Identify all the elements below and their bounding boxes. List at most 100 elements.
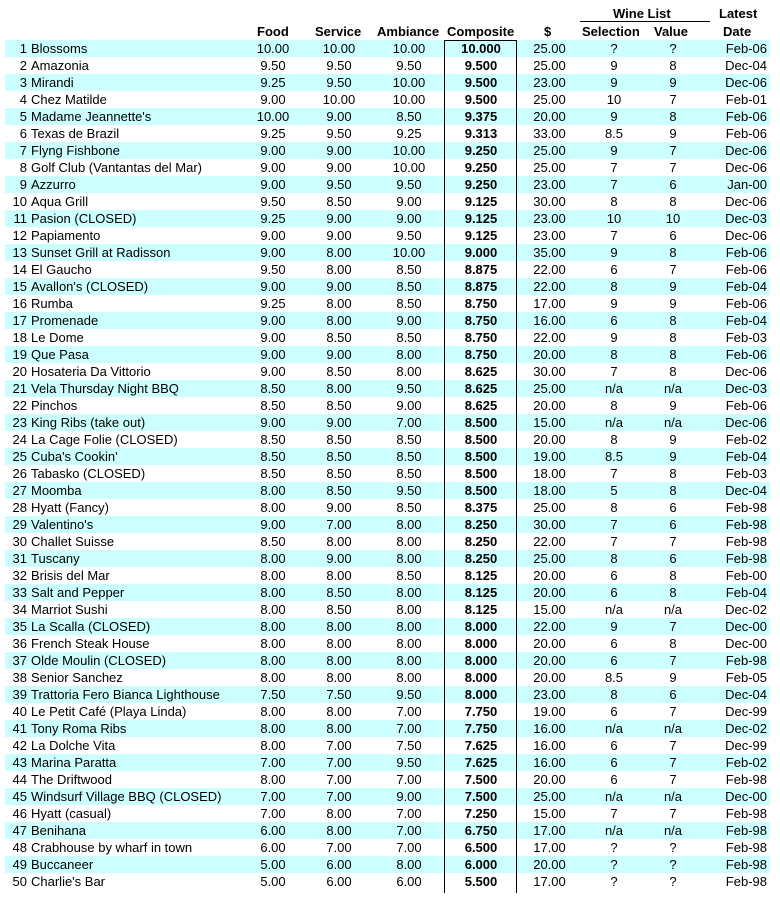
composite-score: 8.375 bbox=[464, 500, 498, 515]
composite-score: 9.250 bbox=[464, 177, 498, 192]
row-rank: 9 bbox=[19, 177, 27, 192]
service-score: 8.50 bbox=[326, 483, 352, 498]
wine-value-score: 9 bbox=[669, 432, 677, 447]
composite-score: 10.000 bbox=[461, 41, 501, 56]
latest-date: Dec-00 bbox=[725, 636, 767, 651]
service-score: 9.00 bbox=[326, 415, 352, 430]
price-value: 15.00 bbox=[533, 806, 566, 821]
wine-value-score: n/a bbox=[663, 823, 683, 838]
wine-selection-score: 8 bbox=[610, 432, 618, 447]
row-rank: 27 bbox=[12, 483, 27, 498]
restaurant-name: Aqua Grill bbox=[31, 194, 89, 209]
restaurant-name: Flyng Fishbone bbox=[31, 143, 120, 158]
price-value: 30.00 bbox=[533, 364, 566, 379]
food-score: 8.50 bbox=[260, 432, 286, 447]
restaurant-name: Brisis del Mar bbox=[31, 568, 110, 583]
wine-value-score: 7 bbox=[669, 704, 677, 719]
restaurant-name: Salt and Pepper bbox=[31, 585, 125, 600]
composite-score: 9.125 bbox=[464, 211, 498, 226]
service-score: 6.00 bbox=[326, 857, 352, 872]
composite-score: 8.500 bbox=[464, 449, 498, 464]
service-score: 8.00 bbox=[326, 823, 352, 838]
wine-selection-score: 8 bbox=[610, 347, 618, 362]
latest-date: Dec-00 bbox=[725, 619, 767, 634]
ambiance-score: 8.50 bbox=[396, 330, 422, 345]
table-row: 9 Azzurro 9.00 9.50 9.50 9.250 23.00 7 6 Jan-00 bbox=[0, 176, 780, 193]
food-score: 9.00 bbox=[260, 279, 286, 294]
food-score: 9.25 bbox=[260, 211, 286, 226]
food-score: 6.00 bbox=[260, 840, 286, 855]
composite-score: 7.625 bbox=[464, 755, 498, 770]
wine-selection-score: 8.5 bbox=[604, 449, 624, 464]
composite-score: 8.000 bbox=[464, 619, 498, 634]
service-score: 9.50 bbox=[326, 58, 352, 73]
wine-value-score: 7 bbox=[669, 92, 677, 107]
latest-date: Feb-03 bbox=[725, 330, 767, 345]
price-value: 22.00 bbox=[533, 279, 566, 294]
wine-list-divider bbox=[580, 21, 710, 22]
service-score: 8.00 bbox=[326, 381, 352, 396]
price-value: 30.00 bbox=[533, 194, 566, 209]
ambiance-score: 9.00 bbox=[396, 313, 422, 328]
composite-score: 8.875 bbox=[464, 279, 498, 294]
row-rank: 26 bbox=[12, 466, 27, 481]
latest-date: Feb-98 bbox=[725, 806, 767, 821]
row-rank: 49 bbox=[12, 857, 27, 872]
service-score: 8.00 bbox=[326, 670, 352, 685]
wine-value-score: 7 bbox=[669, 619, 677, 634]
food-score: 8.00 bbox=[260, 483, 286, 498]
ambiance-score: 9.00 bbox=[396, 211, 422, 226]
service-score: 8.00 bbox=[326, 568, 352, 583]
service-score: 8.50 bbox=[326, 432, 352, 447]
wine-selection-score: n/a bbox=[604, 823, 624, 838]
table-row: 31 Tuscany 8.00 9.00 8.00 8.250 25.00 8 6 Feb-98 bbox=[0, 550, 780, 567]
price-value: 15.00 bbox=[533, 415, 566, 430]
wine-selection-score: 9 bbox=[610, 619, 618, 634]
restaurant-name: Benihana bbox=[31, 823, 86, 838]
table-row: 33 Salt and Pepper 8.00 8.50 8.00 8.125 20.00 6… bbox=[0, 584, 780, 601]
ambiance-score: 8.00 bbox=[396, 653, 422, 668]
latest-date: Dec-04 bbox=[725, 58, 767, 73]
restaurant-name: Cuba's Cookin' bbox=[31, 449, 118, 464]
restaurant-name: Chez Matilde bbox=[31, 92, 107, 107]
latest-date: Dec-06 bbox=[725, 143, 767, 158]
restaurant-name: Senior Sanchez bbox=[31, 670, 123, 685]
restaurant-name: Hyatt (casual) bbox=[31, 806, 112, 821]
row-rank: 14 bbox=[12, 262, 27, 277]
price-value: 22.00 bbox=[533, 330, 566, 345]
row-rank: 48 bbox=[12, 840, 27, 855]
row-rank: 11 bbox=[13, 211, 28, 226]
service-score: 10.00 bbox=[322, 41, 356, 56]
food-score: 7.00 bbox=[260, 755, 286, 770]
restaurant-name: Texas de Brazil bbox=[31, 126, 120, 141]
table-row: 16 Rumba 9.25 8.00 8.50 8.750 17.00 9 9 Feb-06 bbox=[0, 295, 780, 312]
wine-value-score: ? bbox=[669, 41, 677, 56]
latest-date: Feb-02 bbox=[725, 755, 767, 770]
row-rank: 44 bbox=[12, 772, 27, 787]
price-value: 20.00 bbox=[533, 347, 566, 362]
wine-value-score: 9 bbox=[669, 398, 677, 413]
composite-score: 8.750 bbox=[464, 347, 498, 362]
composite-score: 8.750 bbox=[464, 313, 498, 328]
restaurant-name: Blossoms bbox=[31, 41, 88, 56]
restaurant-name: Amazonia bbox=[31, 58, 89, 73]
price-value: 20.00 bbox=[533, 585, 566, 600]
restaurant-name: Papiamento bbox=[31, 228, 101, 243]
wine-selection-score: 10 bbox=[606, 92, 622, 107]
ambiance-score: 9.50 bbox=[396, 58, 422, 73]
wine-selection-score: 8.5 bbox=[604, 670, 624, 685]
wine-value-score: ? bbox=[669, 874, 677, 889]
table-row: 37 Olde Moulin (CLOSED) 8.00 8.00 8.00 8.000 2… bbox=[0, 652, 780, 669]
wine-value-score: 10 bbox=[665, 211, 681, 226]
header-food: Food bbox=[257, 24, 289, 39]
restaurant-name: Azzurro bbox=[31, 177, 76, 192]
row-rank: 20 bbox=[12, 364, 27, 379]
wine-selection-score: 8 bbox=[610, 194, 618, 209]
wine-value-score: 8 bbox=[669, 330, 677, 345]
restaurant-name: Pasion (CLOSED) bbox=[31, 211, 137, 226]
row-rank: 6 bbox=[19, 126, 27, 141]
price-value: 20.00 bbox=[533, 568, 566, 583]
row-rank: 15 bbox=[12, 279, 27, 294]
wine-value-score: 8 bbox=[669, 568, 677, 583]
ambiance-score: 8.00 bbox=[396, 619, 422, 634]
